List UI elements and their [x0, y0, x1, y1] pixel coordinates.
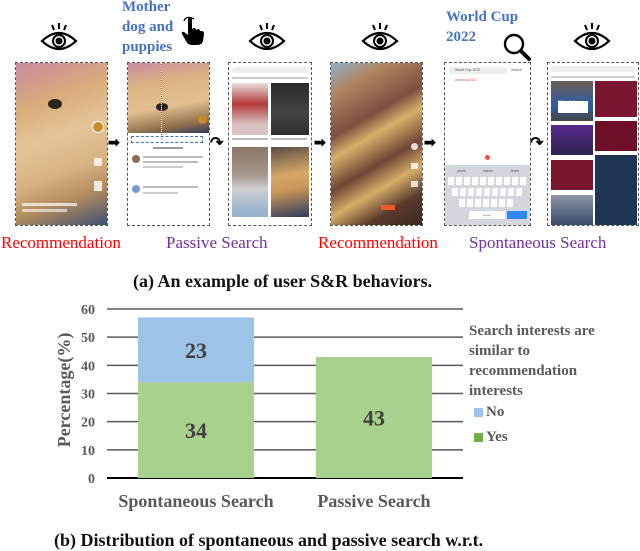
- screen-spontaneous-search-input: World Cup 2022 Search worldcup2022 years…: [444, 62, 531, 226]
- y-tick-label: 20: [81, 416, 95, 431]
- passive-query-text: Mother dog and puppies: [122, 0, 173, 57]
- legend-title: Search interests are similar to recommen…: [469, 323, 595, 399]
- legend-label: Yes: [486, 429, 508, 445]
- y-tick-label: 30: [81, 388, 95, 403]
- x-tick-label: Spontaneous Search: [118, 491, 273, 511]
- curved-arrow-icon: ↷: [210, 135, 224, 152]
- eye-icon: [40, 23, 78, 51]
- screen-recommendation-dog: [15, 62, 108, 226]
- query-line: World Cup: [446, 9, 519, 25]
- data-label: 34: [185, 418, 207, 443]
- curved-arrow-icon: ↷: [530, 135, 544, 152]
- query-line: puppies: [122, 39, 173, 55]
- thumb-title: World cup Song: [558, 101, 588, 113]
- eye-icon: [573, 23, 611, 51]
- legend-swatch-yes: [474, 433, 483, 442]
- kb-suggestion: years: [456, 169, 466, 173]
- pointer-hand-icon: [181, 16, 204, 45]
- arrow-right-icon: ➡: [314, 136, 326, 151]
- y-axis-label: Percentage(%): [54, 333, 75, 448]
- legend-swatch-no: [474, 408, 483, 417]
- step-label-recommendation: Recommendation: [318, 233, 438, 252]
- space-key: space: [469, 211, 505, 219]
- figure-a-caption: (a) An example of user S&R behaviors.: [133, 271, 433, 291]
- screen-passive-search-comments: [127, 62, 210, 226]
- data-label: 23: [185, 338, 207, 363]
- arrow-right-icon: ➡: [108, 136, 120, 151]
- screen-spontaneous-search-results: World cup Song: [547, 62, 639, 226]
- screen-passive-search-results: [228, 62, 312, 226]
- search-suggestion: worldcup2022: [455, 78, 477, 82]
- data-label: 43: [363, 405, 385, 430]
- query-line: dog and: [122, 19, 174, 35]
- kb-suggestion: times: [510, 169, 520, 173]
- eye-icon: [248, 23, 286, 51]
- figure-b-caption: (b) Distribution of spontaneous and pass…: [54, 530, 484, 550]
- step-label-recommendation: Recommendation: [1, 233, 121, 252]
- step-label-passive-search: Passive Search: [166, 233, 268, 252]
- y-tick-label: 0: [88, 472, 95, 487]
- y-tick-label: 40: [81, 359, 95, 374]
- legend-item-no: No: [474, 404, 504, 421]
- step-label-spontaneous-search: Spontaneous Search: [469, 233, 607, 252]
- magnifier-icon: [503, 33, 531, 61]
- y-tick-label: 60: [81, 303, 95, 318]
- query-line: Mother: [122, 0, 171, 15]
- y-tick-label: 10: [81, 444, 95, 459]
- search-button: Search: [511, 67, 523, 74]
- y-tick-label: 50: [81, 331, 95, 346]
- x-tick-label: Passive Search: [317, 491, 430, 511]
- legend-label: No: [486, 404, 505, 420]
- kb-suggestion: teams: [483, 169, 493, 173]
- screen-recommendation-steak: [330, 62, 423, 226]
- search-bar: World Cup 2022: [449, 67, 507, 74]
- arrow-right-icon: ➡: [424, 136, 436, 151]
- legend-item-yes: Yes: [474, 429, 508, 446]
- eye-icon: [361, 23, 399, 51]
